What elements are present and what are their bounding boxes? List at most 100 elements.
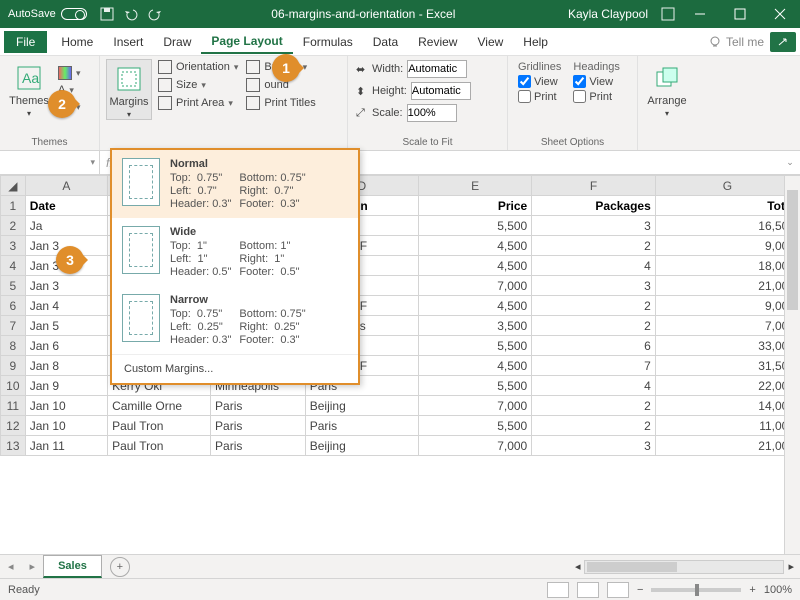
cell-A8[interactable]: Jan 6 (25, 336, 107, 356)
margin-option-narrow[interactable]: NarrowTop: 0.75"Left: 0.25"Header: 0.3"B… (112, 286, 358, 354)
cell-G8[interactable]: 33,000 (655, 336, 799, 356)
cell-F7[interactable]: 2 (532, 316, 656, 336)
header-cell-E[interactable]: Price (418, 196, 531, 216)
cell-G6[interactable]: 9,000 (655, 296, 799, 316)
size-button[interactable]: Size▾ (156, 77, 240, 93)
add-sheet-button[interactable]: + (110, 557, 130, 577)
autosave-toggle[interactable]: AutoSave (0, 8, 95, 20)
tell-me[interactable]: Tell me (726, 35, 764, 49)
cell-F13[interactable]: 3 (532, 436, 656, 456)
menu-file[interactable]: File (4, 31, 47, 53)
row-header-9[interactable]: 9 (1, 356, 26, 376)
maximize-button[interactable] (720, 0, 760, 28)
cell-E8[interactable]: 5,500 (418, 336, 531, 356)
cell-G12[interactable]: 11,000 (655, 416, 799, 436)
sheet-tab-sales[interactable]: Sales (43, 555, 102, 578)
arrange-button[interactable]: Arrange ▾ (644, 59, 690, 118)
cell-C11[interactable]: Paris (211, 396, 306, 416)
select-all[interactable]: ◢ (1, 176, 26, 196)
cell-F8[interactable]: 6 (532, 336, 656, 356)
cell-B11[interactable]: Camille Orne (108, 396, 211, 416)
cell-D12[interactable]: Paris (305, 416, 418, 436)
cell-G3[interactable]: 9,000 (655, 236, 799, 256)
menu-page-layout[interactable]: Page Layout (201, 30, 292, 54)
margins-button[interactable]: Margins ▾ (106, 59, 152, 120)
ribbon-options-icon[interactable] (660, 6, 676, 22)
row-header-6[interactable]: 6 (1, 296, 26, 316)
cell-E13[interactable]: 7,000 (418, 436, 531, 456)
cell-A12[interactable]: Jan 10 (25, 416, 107, 436)
zoom-level[interactable]: 100% (764, 584, 792, 596)
cell-C12[interactable]: Paris (211, 416, 306, 436)
cell-F3[interactable]: 2 (532, 236, 656, 256)
cell-E4[interactable]: 4,500 (418, 256, 531, 276)
cell-A6[interactable]: Jan 4 (25, 296, 107, 316)
cell-E10[interactable]: 5,500 (418, 376, 531, 396)
menu-formulas[interactable]: Formulas (293, 31, 363, 53)
menu-help[interactable]: Help (513, 31, 558, 53)
cell-E12[interactable]: 5,500 (418, 416, 531, 436)
cell-F12[interactable]: 2 (532, 416, 656, 436)
undo-icon[interactable] (123, 6, 139, 22)
cell-F10[interactable]: 4 (532, 376, 656, 396)
scale-width[interactable]: ⬌Width: (354, 59, 501, 79)
margin-option-wide[interactable]: WideTop: 1"Left: 1"Header: 0.5"Bottom: 1… (112, 218, 358, 286)
cell-C13[interactable]: Paris (211, 436, 306, 456)
menu-data[interactable]: Data (363, 31, 408, 53)
horizontal-scrollbar[interactable] (584, 560, 784, 574)
gridlines-print[interactable]: Print (518, 90, 561, 103)
toggle-off-icon[interactable] (61, 8, 87, 20)
cell-A5[interactable]: Jan 3 (25, 276, 107, 296)
cell-G11[interactable]: 14,000 (655, 396, 799, 416)
cell-G7[interactable]: 7,000 (655, 316, 799, 336)
formula-expand[interactable]: ⌄ (780, 151, 800, 174)
orientation-button[interactable]: Orientation▾ (156, 59, 240, 75)
col-header-E[interactable]: E (418, 176, 531, 196)
margin-option-normal[interactable]: NormalTop: 0.75"Left: 0.7"Header: 0.3"Bo… (112, 150, 358, 218)
menu-insert[interactable]: Insert (103, 31, 153, 53)
cell-E3[interactable]: 4,500 (418, 236, 531, 256)
hscroll-right[interactable]: ▸ (788, 560, 794, 573)
vertical-scrollbar[interactable] (784, 176, 800, 554)
close-button[interactable] (760, 0, 800, 28)
row-header-5[interactable]: 5 (1, 276, 26, 296)
user-name[interactable]: Kayla Claypool (560, 7, 656, 21)
cell-G10[interactable]: 22,000 (655, 376, 799, 396)
cell-A2[interactable]: Ja (25, 216, 107, 236)
save-icon[interactable] (99, 6, 115, 22)
header-cell-G[interactable]: Total (655, 196, 799, 216)
row-header-13[interactable]: 13 (1, 436, 26, 456)
cell-D13[interactable]: Beijing (305, 436, 418, 456)
col-header-A[interactable]: A (25, 176, 107, 196)
cell-G13[interactable]: 21,000 (655, 436, 799, 456)
cell-A7[interactable]: Jan 5 (25, 316, 107, 336)
cell-A10[interactable]: Jan 9 (25, 376, 107, 396)
cell-F2[interactable]: 3 (532, 216, 656, 236)
header-cell-A[interactable]: Date (25, 196, 107, 216)
scale-height[interactable]: ⬍Height: (354, 81, 501, 101)
scale-percent-input[interactable] (407, 104, 457, 122)
cell-E7[interactable]: 3,500 (418, 316, 531, 336)
row-header-10[interactable]: 10 (1, 376, 26, 396)
row-header-8[interactable]: 8 (1, 336, 26, 356)
view-layout-icon[interactable] (577, 582, 599, 598)
zoom-out[interactable]: − (637, 584, 643, 596)
scale-width-select[interactable] (407, 60, 467, 78)
cell-E11[interactable]: 7,000 (418, 396, 531, 416)
row-header-1[interactable]: 1 (1, 196, 26, 216)
cell-A11[interactable]: Jan 10 (25, 396, 107, 416)
sheet-nav-next[interactable]: ▸ (22, 560, 44, 573)
themes-button[interactable]: Aa Themes ▾ (6, 59, 52, 118)
cell-B13[interactable]: Paul Tron (108, 436, 211, 456)
name-box[interactable]: ▾ (0, 151, 100, 174)
custom-margins[interactable]: Custom Margins... (112, 354, 358, 383)
row-header-11[interactable]: 11 (1, 396, 26, 416)
cell-A9[interactable]: Jan 8 (25, 356, 107, 376)
col-header-G[interactable]: G (655, 176, 799, 196)
cell-F4[interactable]: 4 (532, 256, 656, 276)
scale-scale[interactable]: ⤢Scale: (354, 103, 501, 123)
zoom-in[interactable]: + (749, 584, 755, 596)
share-button[interactable] (770, 32, 796, 52)
cell-E5[interactable]: 7,000 (418, 276, 531, 296)
print-titles-button[interactable]: Print Titles (244, 95, 317, 111)
